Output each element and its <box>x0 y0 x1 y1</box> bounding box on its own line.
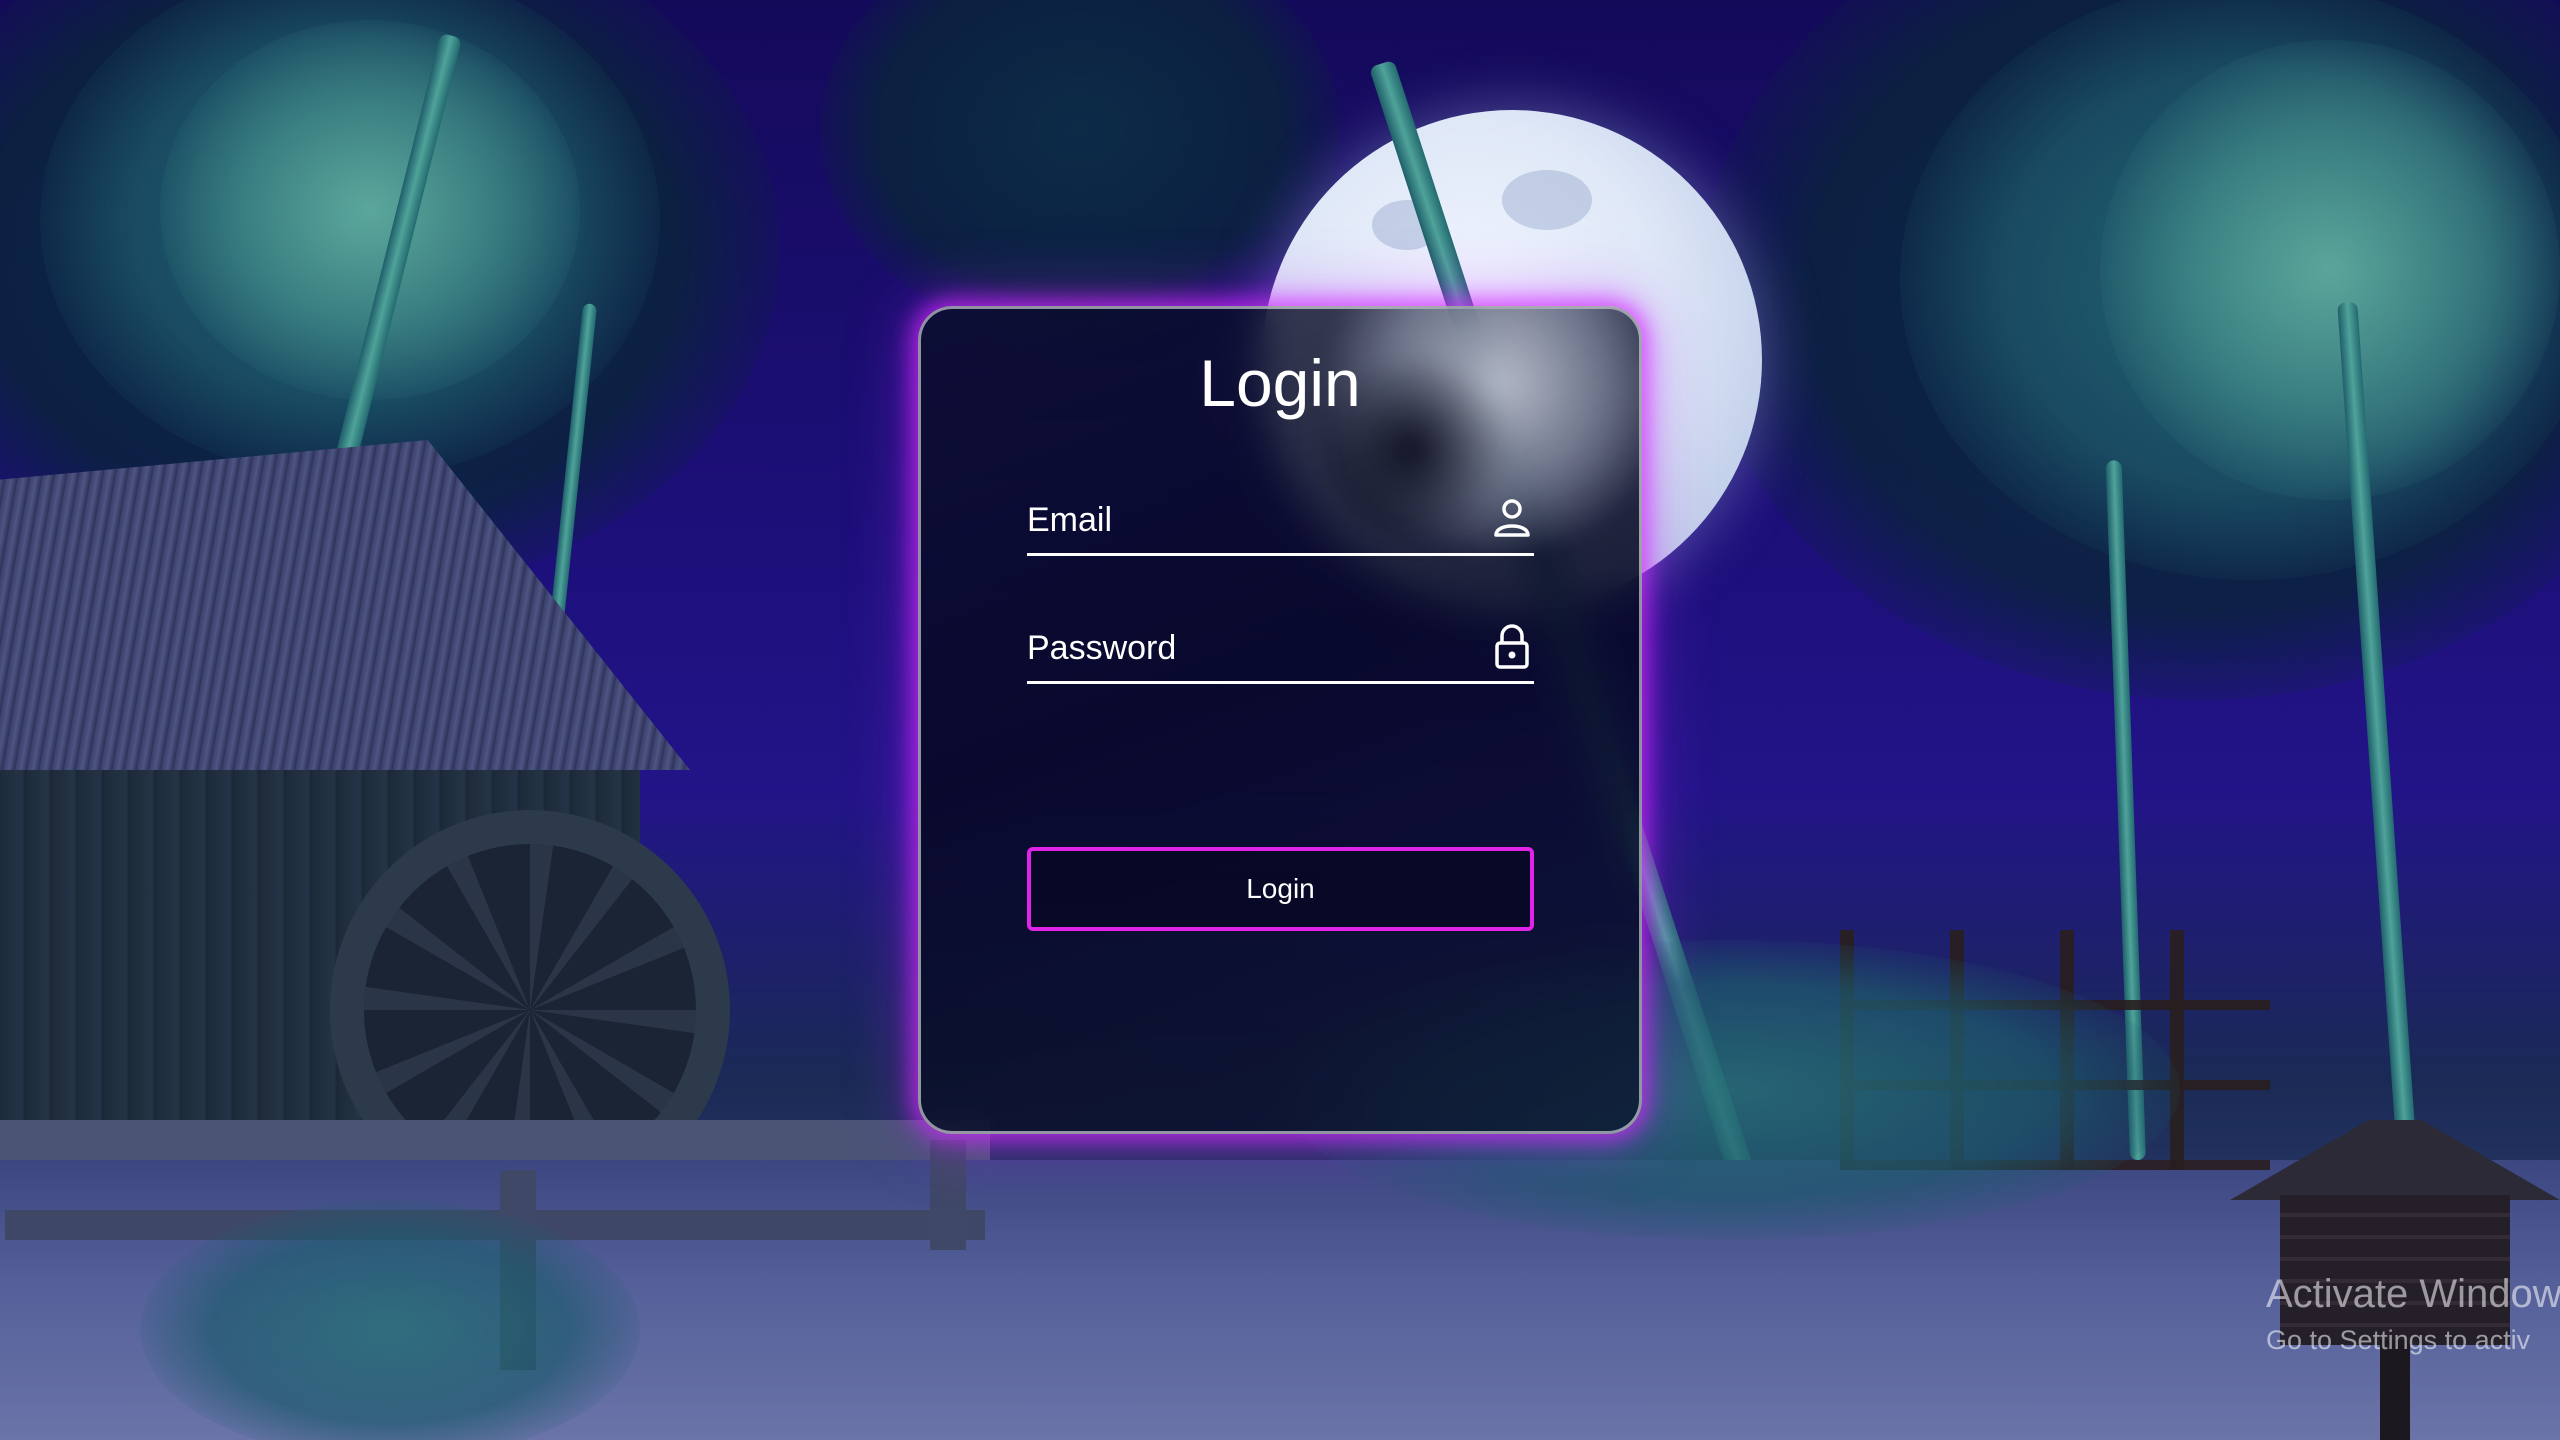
user-icon <box>1490 493 1534 543</box>
wooden-fence <box>0 1120 990 1160</box>
password-input[interactable] <box>1027 623 1467 673</box>
activation-watermark: Activate Window Go to Settings to activ <box>2266 1272 2560 1356</box>
moon-crater <box>1502 170 1592 230</box>
shrine-roof <box>2230 1120 2560 1200</box>
lock-icon <box>1490 621 1534 671</box>
login-button[interactable]: Login <box>1027 847 1534 931</box>
background-scene: Login Login Activate Windo <box>0 0 2560 1440</box>
bamboo-leaves-right-highlight <box>2100 40 2560 500</box>
watermark-title: Activate Window <box>2266 1272 2560 1316</box>
watermark-subtitle: Go to Settings to activ <box>2266 1325 2531 1355</box>
email-field <box>1027 473 1534 556</box>
login-title: Login <box>1199 346 1361 420</box>
fence-post <box>930 1140 966 1250</box>
email-input[interactable] <box>1027 495 1467 545</box>
bamboo-foliage-center <box>820 0 1340 340</box>
password-field <box>1027 601 1534 684</box>
login-card: Login Login <box>918 306 1642 1134</box>
